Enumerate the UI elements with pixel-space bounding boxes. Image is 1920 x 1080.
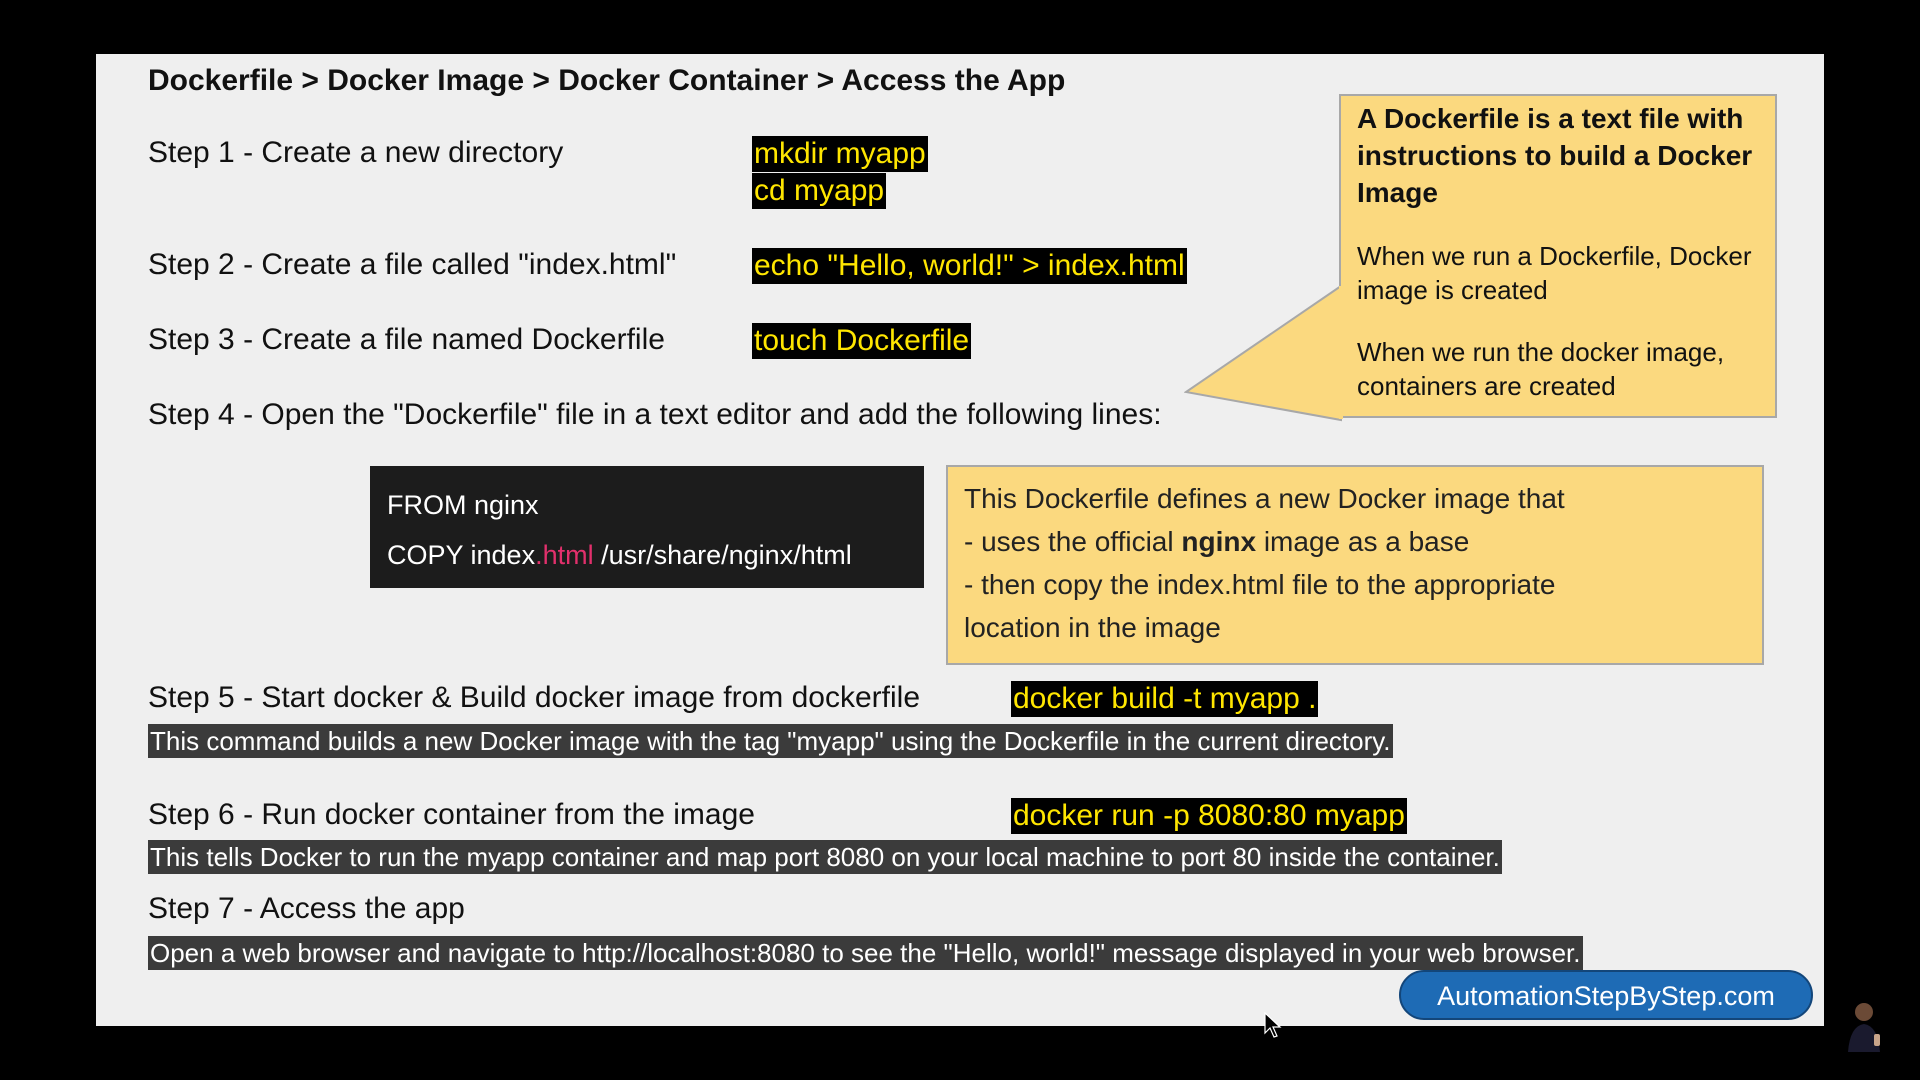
step-5-label: Step 5 - Start docker & Build docker ima… — [148, 681, 921, 714]
presenter-avatar — [1848, 1003, 1880, 1052]
code-line-2-part-a: COPY index — [387, 540, 536, 570]
step-3-command: touch Dockerfile — [752, 323, 972, 359]
note-line-3: - then copy the index.html file to the a… — [964, 569, 1556, 600]
note-line-2-b: image as a base — [1256, 526, 1470, 557]
step-6-description: This tells Docker to run the myapp conta… — [148, 840, 1502, 874]
slide: Dockerfile > Docker Image > Docker Conta… — [96, 54, 1824, 1038]
slide-title: Dockerfile > Docker Image > Docker Conta… — [148, 64, 1066, 97]
callout-paragraph-1: When we run a Dockerfile, Docker image i… — [1357, 241, 1752, 305]
dockerfile-callout: A Dockerfile is a text file with instruc… — [1339, 94, 1777, 418]
step-1-label: Step 1 - Create a new directory — [148, 136, 564, 169]
step-7-label: Step 7 - Access the app — [148, 892, 465, 925]
note-line-2: - uses the official nginx image as a bas… — [964, 520, 1746, 563]
callout-heading: A Dockerfile is a text file with instruc… — [1357, 103, 1753, 208]
callout-joint — [1339, 286, 1343, 418]
step-1-command-cd: cd myapp — [752, 173, 887, 209]
step-3-label: Step 3 - Create a file named Dockerfile — [148, 323, 665, 356]
note-line-1: This Dockerfile defines a new Docker ima… — [964, 483, 1565, 514]
step-6-label: Step 6 - Run docker container from the i… — [148, 798, 755, 831]
note-line-4: location in the image — [964, 612, 1221, 643]
step-4-label: Step 4 - Open the "Dockerfile" file in a… — [148, 398, 1162, 431]
step-1-command-mkdir: mkdir myapp — [752, 136, 928, 172]
code-line-1: FROM nginx — [387, 490, 539, 520]
step-7-description: Open a web browser and navigate to http:… — [148, 936, 1583, 970]
code-line-2: COPY index.html /usr/share/nginx/html — [387, 530, 907, 580]
step-2-label: Step 2 - Create a file called "index.htm… — [148, 248, 677, 281]
brand-badge[interactable]: AutomationStepByStep.com — [1399, 970, 1813, 1020]
step-5-description: This command builds a new Docker image w… — [148, 724, 1393, 758]
callout-paragraph-2: When we run the docker image, containers… — [1357, 337, 1725, 401]
step-5-command: docker build -t myapp . — [1011, 681, 1319, 717]
code-line-2-part-c: /usr/share/nginx/html — [593, 540, 852, 570]
dockerfile-explanation: This Dockerfile defines a new Docker ima… — [946, 465, 1764, 665]
step-6-command: docker run -p 8080:80 myapp — [1011, 798, 1407, 834]
dockerfile-code-block: FROM nginx COPY index.html /usr/share/ng… — [370, 466, 924, 588]
code-line-2-ext: .html — [535, 540, 594, 570]
mouse-cursor-icon — [1264, 1012, 1282, 1038]
step-2-command: echo "Hello, world!" > index.html — [752, 248, 1187, 284]
callout-pointer — [1184, 284, 1343, 422]
note-line-2-bold: nginx — [1181, 526, 1257, 557]
note-line-2-a: - uses the official — [964, 526, 1182, 557]
